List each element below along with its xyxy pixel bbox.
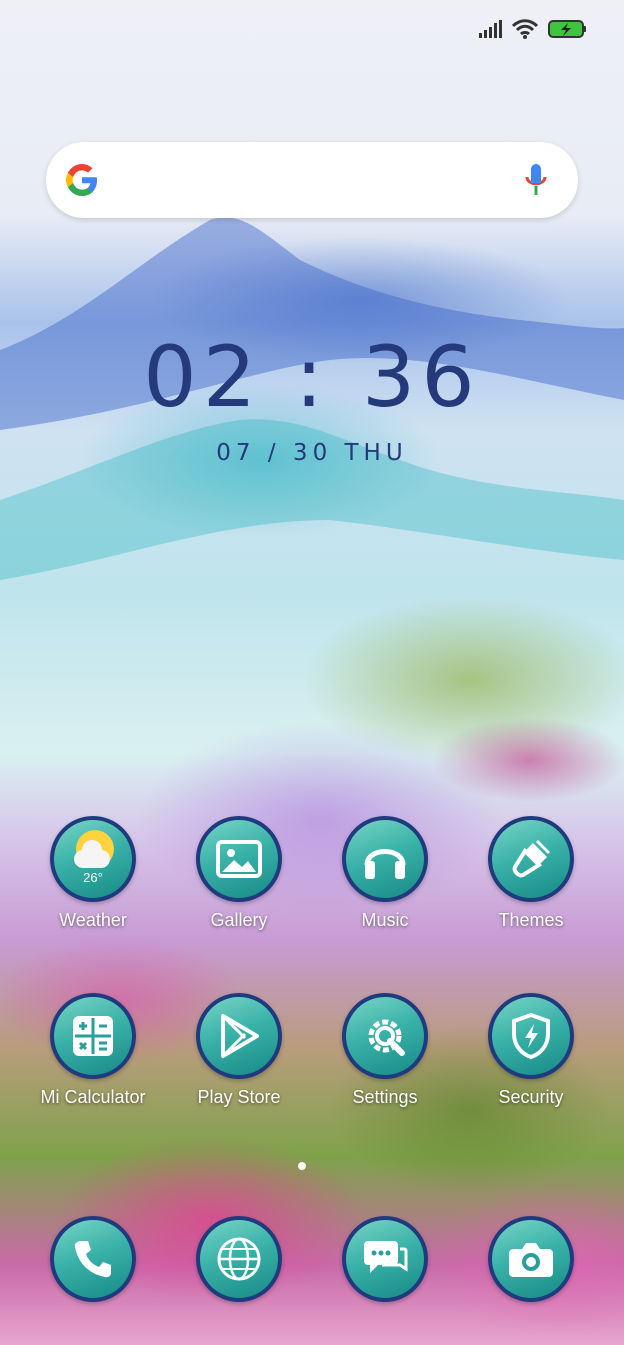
cellular-signal-icon [479, 20, 502, 38]
gallery-icon [196, 816, 282, 902]
paintbrush-icon [488, 816, 574, 902]
google-logo-icon [66, 164, 97, 196]
dock-camera[interactable] [461, 1216, 601, 1302]
battery-charging-icon [548, 20, 586, 38]
app-label: Gallery [210, 910, 268, 930]
search-bar[interactable] [46, 142, 578, 218]
page-indicator [298, 1162, 306, 1170]
security-shield-icon [488, 993, 574, 1079]
status-bar [478, 14, 588, 44]
wifi-icon [512, 19, 538, 39]
app-gallery[interactable]: Gallery [169, 816, 309, 931]
clock-time[interactable]: 02 : 36 [0, 328, 624, 426]
app-label: Play Store [197, 1087, 281, 1107]
app-label: Weather [59, 910, 127, 930]
app-label: Settings [352, 1087, 418, 1107]
browser-globe-icon [196, 1216, 282, 1302]
app-settings[interactable]: Settings [315, 993, 455, 1108]
app-mi-calculator[interactable]: Mi Calculator [23, 993, 163, 1108]
weather-icon: 26° [50, 816, 136, 902]
dock-browser[interactable] [169, 1216, 309, 1302]
calculator-icon [50, 993, 136, 1079]
app-label: Themes [498, 910, 564, 930]
headphones-icon [342, 816, 428, 902]
app-music[interactable]: Music [315, 816, 455, 931]
app-play-store[interactable]: Play Store [169, 993, 309, 1108]
clock-date[interactable]: 07 / 30 THU [0, 440, 624, 466]
app-security[interactable]: Security [461, 993, 601, 1108]
app-label: Music [361, 910, 409, 930]
app-label: Mi Calculator [40, 1087, 146, 1107]
settings-gear-icon [342, 993, 428, 1079]
camera-icon [488, 1216, 574, 1302]
search-input[interactable] [116, 160, 500, 202]
microphone-icon[interactable] [524, 162, 548, 198]
dock-messages[interactable] [315, 1216, 455, 1302]
play-store-icon [196, 993, 282, 1079]
messages-icon [342, 1216, 428, 1302]
dock-phone[interactable] [23, 1216, 163, 1302]
app-label: Security [498, 1087, 564, 1107]
app-themes[interactable]: Themes [461, 816, 601, 931]
phone-icon [50, 1216, 136, 1302]
app-weather[interactable]: 26° Weather [23, 816, 163, 931]
weather-temp: 26° [83, 870, 103, 885]
